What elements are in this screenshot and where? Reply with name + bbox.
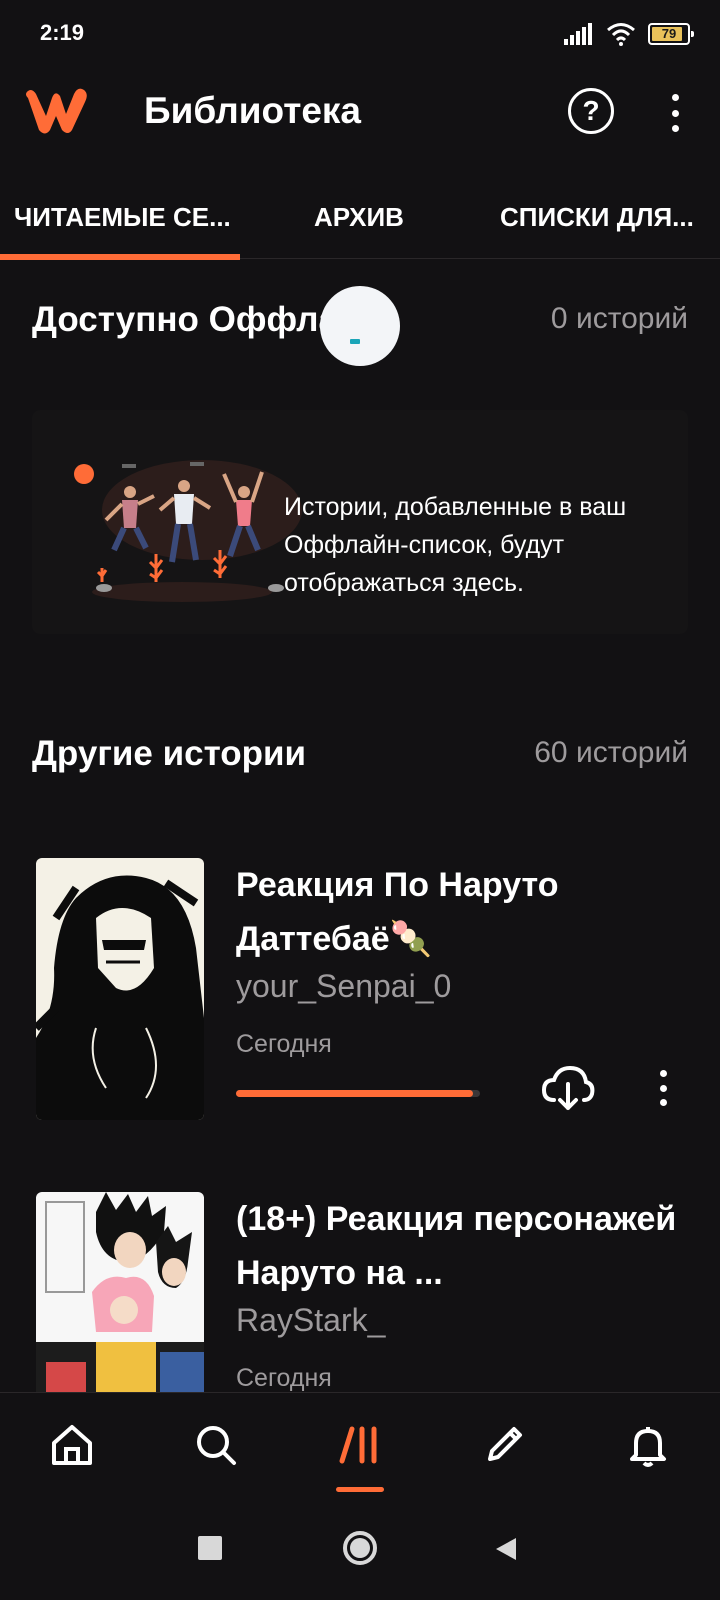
dot bbox=[659, 1084, 667, 1092]
bottom-navigation bbox=[0, 1392, 720, 1502]
notifications-icon bbox=[630, 1427, 666, 1467]
system-navigation-bar bbox=[0, 1502, 720, 1600]
active-tab-indicator bbox=[0, 254, 240, 260]
search-icon bbox=[197, 1426, 236, 1465]
page-title: Библиотека bbox=[144, 90, 361, 131]
download-icon[interactable] bbox=[540, 1064, 596, 1114]
dot bbox=[671, 109, 679, 117]
write-icon bbox=[488, 1427, 522, 1461]
wattpad-logo[interactable] bbox=[22, 84, 90, 138]
app-bar: Библиотека ? bbox=[0, 70, 720, 160]
battery-icon: 79 bbox=[648, 23, 694, 45]
home-icon bbox=[52, 1425, 92, 1465]
active-nav-indicator bbox=[336, 1487, 384, 1492]
offline-section-count: 0 историй bbox=[550, 302, 688, 335]
reading-progress-fill bbox=[236, 1090, 473, 1097]
library-icon bbox=[339, 1426, 377, 1464]
recents-icon[interactable] bbox=[198, 1536, 222, 1560]
library-tabs: ЧИТАЕМЫЕ СЕ... АРХИВ СПИСКИ ДЛЯ... bbox=[0, 190, 720, 266]
dot bbox=[671, 125, 679, 132]
offline-empty-message: Истории, добавленные в ваш Оффлайн-списо… bbox=[284, 493, 627, 597]
story-date: Сегодня bbox=[236, 1030, 332, 1058]
story-date: Сегодня bbox=[236, 1364, 332, 1392]
story-title[interactable]: Реакция По Наруто Даттебаё🍡 bbox=[236, 858, 696, 966]
tab-current-reads[interactable]: ЧИТАЕМЫЕ СЕ... bbox=[14, 202, 231, 233]
status-icons: 79 bbox=[564, 22, 694, 46]
story-more-button[interactable] bbox=[648, 1066, 678, 1110]
signal-icon bbox=[564, 23, 592, 45]
nav-search[interactable] bbox=[184, 1413, 248, 1477]
story-author[interactable]: RayStark_ bbox=[236, 1302, 385, 1339]
overflow-menu-button[interactable] bbox=[660, 90, 690, 136]
loader-dot bbox=[350, 339, 360, 344]
battery-level: 79 bbox=[661, 26, 677, 41]
status-bar: 2:19 79 bbox=[0, 0, 720, 70]
status-time: 2:19 bbox=[40, 20, 85, 45]
wifi-icon bbox=[607, 23, 635, 46]
nav-library[interactable] bbox=[328, 1413, 392, 1477]
nav-write[interactable] bbox=[472, 1413, 536, 1477]
tab-reading-lists[interactable]: СПИСКИ ДЛЯ... bbox=[500, 202, 694, 233]
nav-home[interactable] bbox=[40, 1413, 104, 1477]
other-section-title: Другие истории bbox=[32, 734, 307, 773]
dot bbox=[671, 94, 679, 101]
reading-progress-bar bbox=[236, 1090, 480, 1097]
home-system-icon[interactable] bbox=[342, 1530, 378, 1566]
help-button[interactable]: ? bbox=[568, 88, 614, 134]
back-icon[interactable] bbox=[494, 1536, 518, 1562]
nav-notifications[interactable] bbox=[616, 1413, 680, 1477]
battery-tip bbox=[691, 31, 694, 37]
library-screen: 2:19 79 Библиотека ? ЧИТАЕМЫЕ СЕ... АРХИ… bbox=[0, 0, 720, 1600]
story-cover-image[interactable] bbox=[36, 858, 204, 1120]
dot bbox=[659, 1070, 667, 1077]
tab-archive[interactable]: АРХИВ bbox=[314, 202, 404, 233]
dot bbox=[659, 1099, 667, 1106]
offline-empty-state: Истории, добавленные в ваш Оффлайн-списо… bbox=[32, 410, 688, 634]
story-author[interactable]: your_Senpai_0 bbox=[236, 968, 451, 1005]
other-section-count: 60 историй bbox=[534, 736, 688, 769]
story-title[interactable]: (18+) Реакция персонажей Наруто на ... bbox=[236, 1192, 696, 1300]
offline-section-title: Доступно Оффла bbox=[32, 300, 338, 339]
loading-spinner bbox=[320, 286, 400, 366]
dancing-people-illustration bbox=[74, 460, 302, 602]
